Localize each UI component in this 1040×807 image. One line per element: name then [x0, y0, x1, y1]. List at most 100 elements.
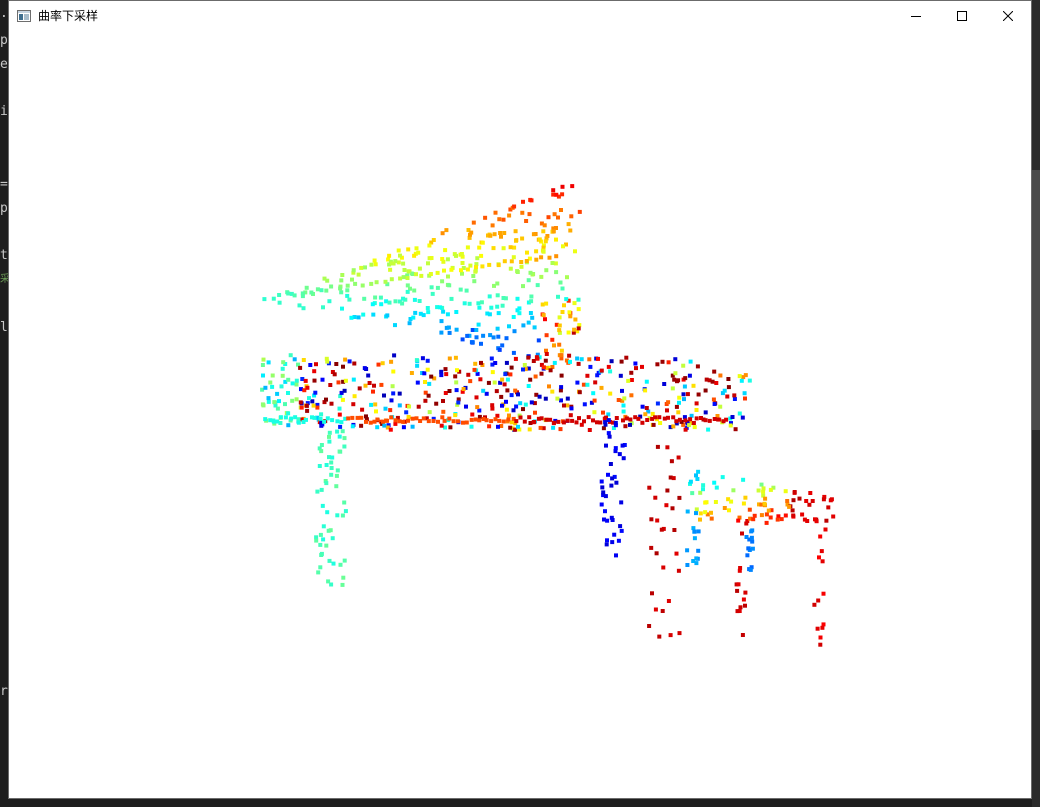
render-viewport[interactable] — [9, 31, 1031, 798]
point — [543, 396, 548, 401]
point — [674, 419, 679, 424]
point — [312, 369, 317, 374]
point — [477, 305, 482, 310]
point — [345, 288, 350, 293]
point — [337, 412, 342, 417]
point — [396, 260, 401, 265]
point — [387, 253, 392, 258]
point — [688, 417, 693, 422]
point — [598, 420, 603, 425]
point — [426, 419, 431, 424]
point — [513, 229, 518, 234]
point-cloud-canvas[interactable] — [9, 31, 1031, 798]
point — [546, 215, 551, 220]
point — [345, 283, 350, 288]
point — [339, 420, 344, 425]
point — [324, 463, 329, 467]
point — [741, 375, 746, 380]
maximize-button[interactable] — [939, 1, 985, 31]
point — [600, 485, 605, 490]
point — [398, 276, 403, 281]
point — [447, 416, 452, 421]
point — [499, 394, 504, 399]
point — [431, 419, 436, 423]
point — [494, 389, 499, 394]
point — [514, 404, 519, 409]
point — [405, 283, 410, 288]
point — [390, 384, 395, 389]
point — [523, 402, 528, 407]
point — [655, 362, 660, 367]
viewer-window[interactable]: 曲率下采样 — [8, 0, 1032, 799]
point — [557, 328, 562, 333]
title-bar[interactable]: 曲率下采样 — [9, 1, 1031, 31]
point — [511, 408, 516, 413]
point — [342, 500, 347, 505]
point — [455, 419, 460, 424]
point — [391, 391, 396, 396]
point — [643, 412, 648, 417]
point — [303, 378, 308, 383]
point — [605, 538, 609, 543]
point — [514, 419, 519, 424]
point — [340, 397, 345, 402]
point — [324, 481, 329, 486]
point — [671, 476, 676, 481]
point — [619, 528, 624, 533]
point — [487, 262, 492, 267]
point — [464, 288, 469, 293]
point — [299, 405, 304, 410]
minimize-button[interactable] — [893, 1, 939, 31]
point — [342, 436, 347, 441]
point — [666, 400, 671, 405]
point — [823, 527, 828, 532]
point — [263, 417, 268, 422]
point — [334, 473, 339, 478]
point — [592, 398, 597, 403]
point — [369, 281, 374, 286]
point — [816, 598, 821, 603]
point — [764, 520, 769, 525]
point — [529, 294, 534, 299]
point — [425, 358, 430, 363]
point — [522, 363, 527, 367]
point — [556, 294, 560, 299]
point — [335, 419, 340, 424]
point — [544, 352, 549, 356]
point — [349, 315, 354, 320]
point — [569, 406, 574, 411]
point — [470, 412, 475, 417]
point — [651, 422, 656, 427]
point — [826, 505, 831, 510]
point — [426, 393, 431, 398]
point — [629, 370, 634, 375]
point — [521, 323, 526, 328]
point — [362, 296, 367, 301]
point — [425, 306, 430, 310]
point — [372, 258, 377, 263]
point — [582, 402, 587, 407]
point — [497, 347, 502, 352]
close-button[interactable] — [985, 1, 1031, 31]
point — [318, 416, 323, 421]
point — [673, 357, 678, 362]
editor-char: p — [0, 33, 8, 48]
point — [506, 417, 511, 422]
point — [670, 386, 675, 391]
point — [484, 418, 489, 423]
point — [461, 387, 466, 391]
point — [810, 499, 815, 503]
point — [621, 403, 626, 408]
point — [509, 259, 514, 264]
point — [471, 274, 476, 278]
point — [489, 305, 494, 310]
point — [318, 542, 323, 547]
point — [359, 265, 364, 270]
point — [666, 599, 671, 603]
point — [544, 333, 549, 338]
point — [534, 249, 539, 254]
point — [775, 517, 780, 522]
point — [371, 312, 376, 317]
point — [458, 287, 463, 292]
point — [731, 488, 736, 493]
